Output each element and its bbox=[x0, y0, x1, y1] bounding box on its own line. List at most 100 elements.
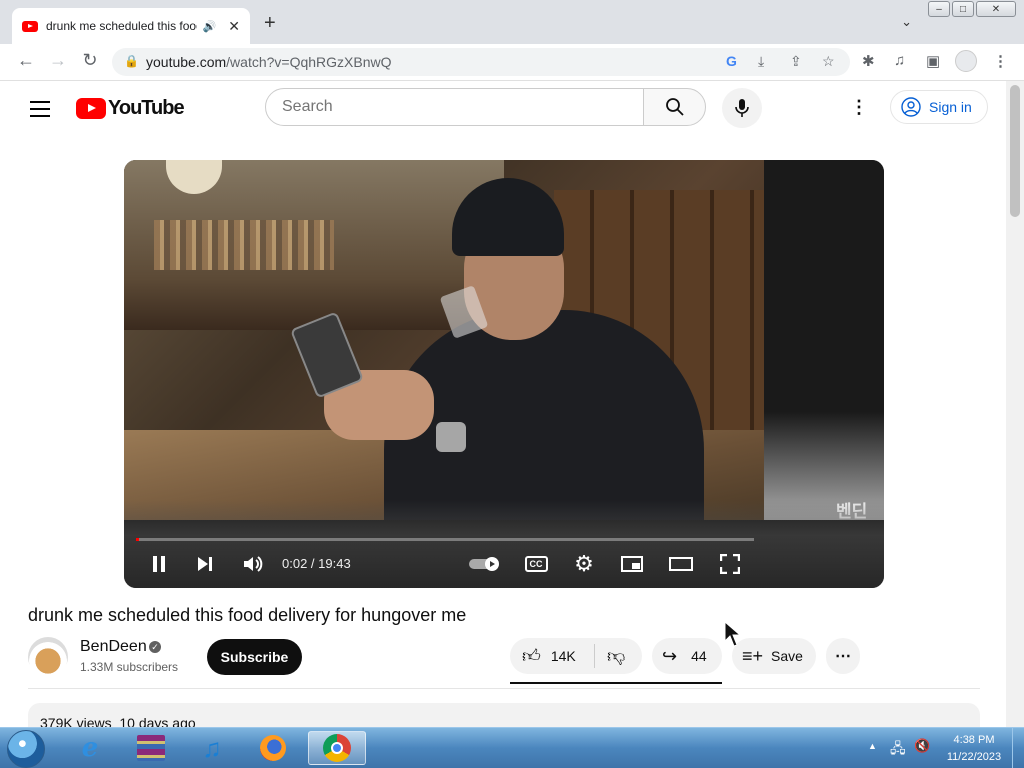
autoplay-toggle-icon bbox=[469, 557, 499, 571]
save-label: Save bbox=[771, 648, 803, 664]
new-tab-button[interactable]: + bbox=[264, 12, 276, 35]
windows-taskbar: e ♫ ▲ 🖧 🔇 4:38 PM 11/22/2023 bbox=[0, 727, 1024, 768]
controls-gradient bbox=[124, 500, 884, 588]
youtube-play-logo-icon bbox=[76, 98, 106, 119]
description-box[interactable]: 379K views 10 days ago bbox=[28, 703, 980, 727]
share-count: 44 bbox=[691, 648, 707, 664]
google-translate-icon[interactable]: G bbox=[726, 53, 737, 69]
verified-check-icon: ✓ bbox=[149, 641, 161, 653]
share-icon[interactable]: ⇪ bbox=[790, 53, 802, 70]
taskbar-firefox[interactable] bbox=[249, 731, 297, 765]
show-desktop-button[interactable] bbox=[1012, 728, 1024, 768]
profile-avatar[interactable] bbox=[955, 50, 977, 72]
background-bottles bbox=[154, 220, 334, 270]
address-bar[interactable]: 🔒 youtube.com/watch?v=QqhRGzXBnwQ G ⤓ ⇪ … bbox=[112, 48, 850, 76]
clock-time[interactable]: 4:38 PM bbox=[944, 734, 1004, 746]
firefox-icon bbox=[260, 735, 286, 761]
extensions-puzzle-icon[interactable]: ✱ bbox=[862, 52, 875, 70]
thumbs-down-icon: 👎︎ bbox=[607, 646, 626, 666]
miniplayer-button[interactable] bbox=[620, 552, 644, 576]
thumbs-up-icon: 👍︎ bbox=[522, 646, 541, 666]
voice-search-button[interactable] bbox=[722, 88, 762, 128]
guide-menu-icon[interactable] bbox=[30, 101, 50, 122]
share-arrow-icon: ↪ bbox=[662, 645, 678, 666]
show-hidden-icons-icon[interactable]: ▲ bbox=[868, 741, 877, 751]
url-host: youtube.com bbox=[146, 54, 227, 70]
install-app-icon[interactable]: ⤓ bbox=[758, 53, 764, 70]
tab-audio-playing-icon[interactable]: 🔊 bbox=[203, 20, 217, 33]
sign-in-label: Sign in bbox=[929, 99, 972, 115]
network-icon[interactable]: 🖧 bbox=[890, 738, 906, 762]
fullscreen-button[interactable] bbox=[718, 552, 742, 576]
media-controls-icon[interactable]: ♫ bbox=[894, 52, 905, 69]
wristwatch bbox=[436, 422, 466, 452]
scrollbar-thumb[interactable] bbox=[1010, 85, 1020, 217]
video-frame[interactable] bbox=[124, 160, 764, 520]
internet-explorer-icon: e bbox=[81, 733, 99, 763]
progress-bar-played bbox=[136, 538, 139, 541]
settings-button[interactable]: ⚙ bbox=[572, 551, 596, 576]
subscribe-button[interactable]: Subscribe bbox=[207, 639, 302, 675]
search-box bbox=[265, 88, 644, 126]
video-player[interactable]: 벤딘 0:02 / 19:43 CC ⚙ bbox=[124, 160, 884, 588]
fullscreen-icon bbox=[720, 554, 740, 574]
back-button[interactable]: ← bbox=[14, 50, 38, 71]
sign-in-button[interactable]: Sign in bbox=[890, 90, 988, 124]
volume-muted-icon[interactable]: 🔇 bbox=[914, 738, 930, 754]
channel-avatar[interactable] bbox=[28, 637, 68, 677]
share-button[interactable]: ↪ 44 bbox=[652, 638, 722, 674]
reload-button[interactable]: ↻ bbox=[78, 50, 102, 71]
tab-title: drunk me scheduled this food delivery fo… bbox=[46, 19, 197, 33]
next-video-button[interactable] bbox=[194, 552, 216, 576]
subtitles-button[interactable]: CC bbox=[524, 552, 548, 576]
taskbar-winrar[interactable] bbox=[127, 731, 175, 765]
pause-button[interactable] bbox=[148, 552, 170, 576]
lock-icon[interactable]: 🔒 bbox=[124, 54, 139, 68]
cc-icon: CC bbox=[524, 556, 548, 572]
next-icon bbox=[198, 557, 212, 571]
taskbar-chrome[interactable] bbox=[308, 731, 366, 765]
autoplay-toggle[interactable] bbox=[468, 552, 502, 576]
like-dislike-group: 👍︎ 14K 👎︎ bbox=[510, 638, 642, 674]
progress-bar[interactable] bbox=[136, 538, 754, 541]
url-path: /watch?v=QqhRGzXBnwQ bbox=[226, 54, 392, 70]
browser-tab-active[interactable]: drunk me scheduled this food delivery fo… bbox=[12, 8, 250, 44]
close-window-button[interactable]: ✕ bbox=[976, 1, 1016, 17]
taskbar-internet-explorer[interactable]: e bbox=[66, 731, 114, 765]
browser-tab-strip: drunk me scheduled this food delivery fo… bbox=[0, 0, 1024, 44]
time-display: 0:02 / 19:43 bbox=[282, 556, 351, 571]
start-button[interactable] bbox=[7, 730, 45, 768]
youtube-logo-text: YouTube bbox=[108, 97, 185, 119]
clock-date[interactable]: 11/22/2023 bbox=[940, 751, 1008, 763]
more-horizontal-icon: ⋯ bbox=[835, 648, 851, 665]
chrome-menu-icon[interactable]: ⋮ bbox=[993, 52, 1008, 70]
maximize-button[interactable]: □ bbox=[952, 1, 974, 17]
minimize-button[interactable]: – bbox=[928, 1, 950, 17]
search-button[interactable] bbox=[643, 88, 706, 126]
taskbar-itunes[interactable]: ♫ bbox=[188, 731, 236, 765]
like-button[interactable]: 👍︎ 14K bbox=[510, 645, 590, 667]
forward-button[interactable]: → bbox=[46, 50, 70, 71]
mute-button[interactable] bbox=[240, 552, 266, 576]
theater-mode-icon bbox=[669, 557, 693, 571]
channel-name[interactable]: BenDeen bbox=[80, 638, 147, 656]
dislike-button[interactable]: 👎︎ bbox=[595, 645, 625, 667]
settings-more-icon[interactable]: ⋮ bbox=[850, 97, 868, 118]
chrome-icon bbox=[323, 734, 351, 762]
youtube-logo[interactable]: YouTube bbox=[76, 97, 185, 120]
views-and-date: 379K views 10 days ago bbox=[40, 715, 196, 727]
theater-mode-button[interactable] bbox=[668, 552, 694, 576]
video-title: drunk me scheduled this food delivery fo… bbox=[28, 605, 467, 625]
search-icon bbox=[665, 98, 684, 116]
pause-icon bbox=[153, 556, 165, 572]
page-scrollbar[interactable] bbox=[1006, 81, 1024, 727]
search-input[interactable] bbox=[266, 89, 638, 125]
bookmark-star-icon[interactable]: ☆ bbox=[822, 53, 835, 70]
tab-search-chevron-icon[interactable]: ⌄ bbox=[901, 14, 912, 30]
volume-icon bbox=[244, 556, 263, 572]
url-text: youtube.com/watch?v=QqhRGzXBnwQ bbox=[146, 54, 392, 70]
side-panel-icon[interactable]: ▣ bbox=[926, 52, 940, 70]
tab-close-icon[interactable]: ✕ bbox=[228, 18, 240, 35]
more-actions-button[interactable]: ⋯ bbox=[826, 638, 860, 674]
gear-icon: ⚙ bbox=[574, 551, 594, 576]
